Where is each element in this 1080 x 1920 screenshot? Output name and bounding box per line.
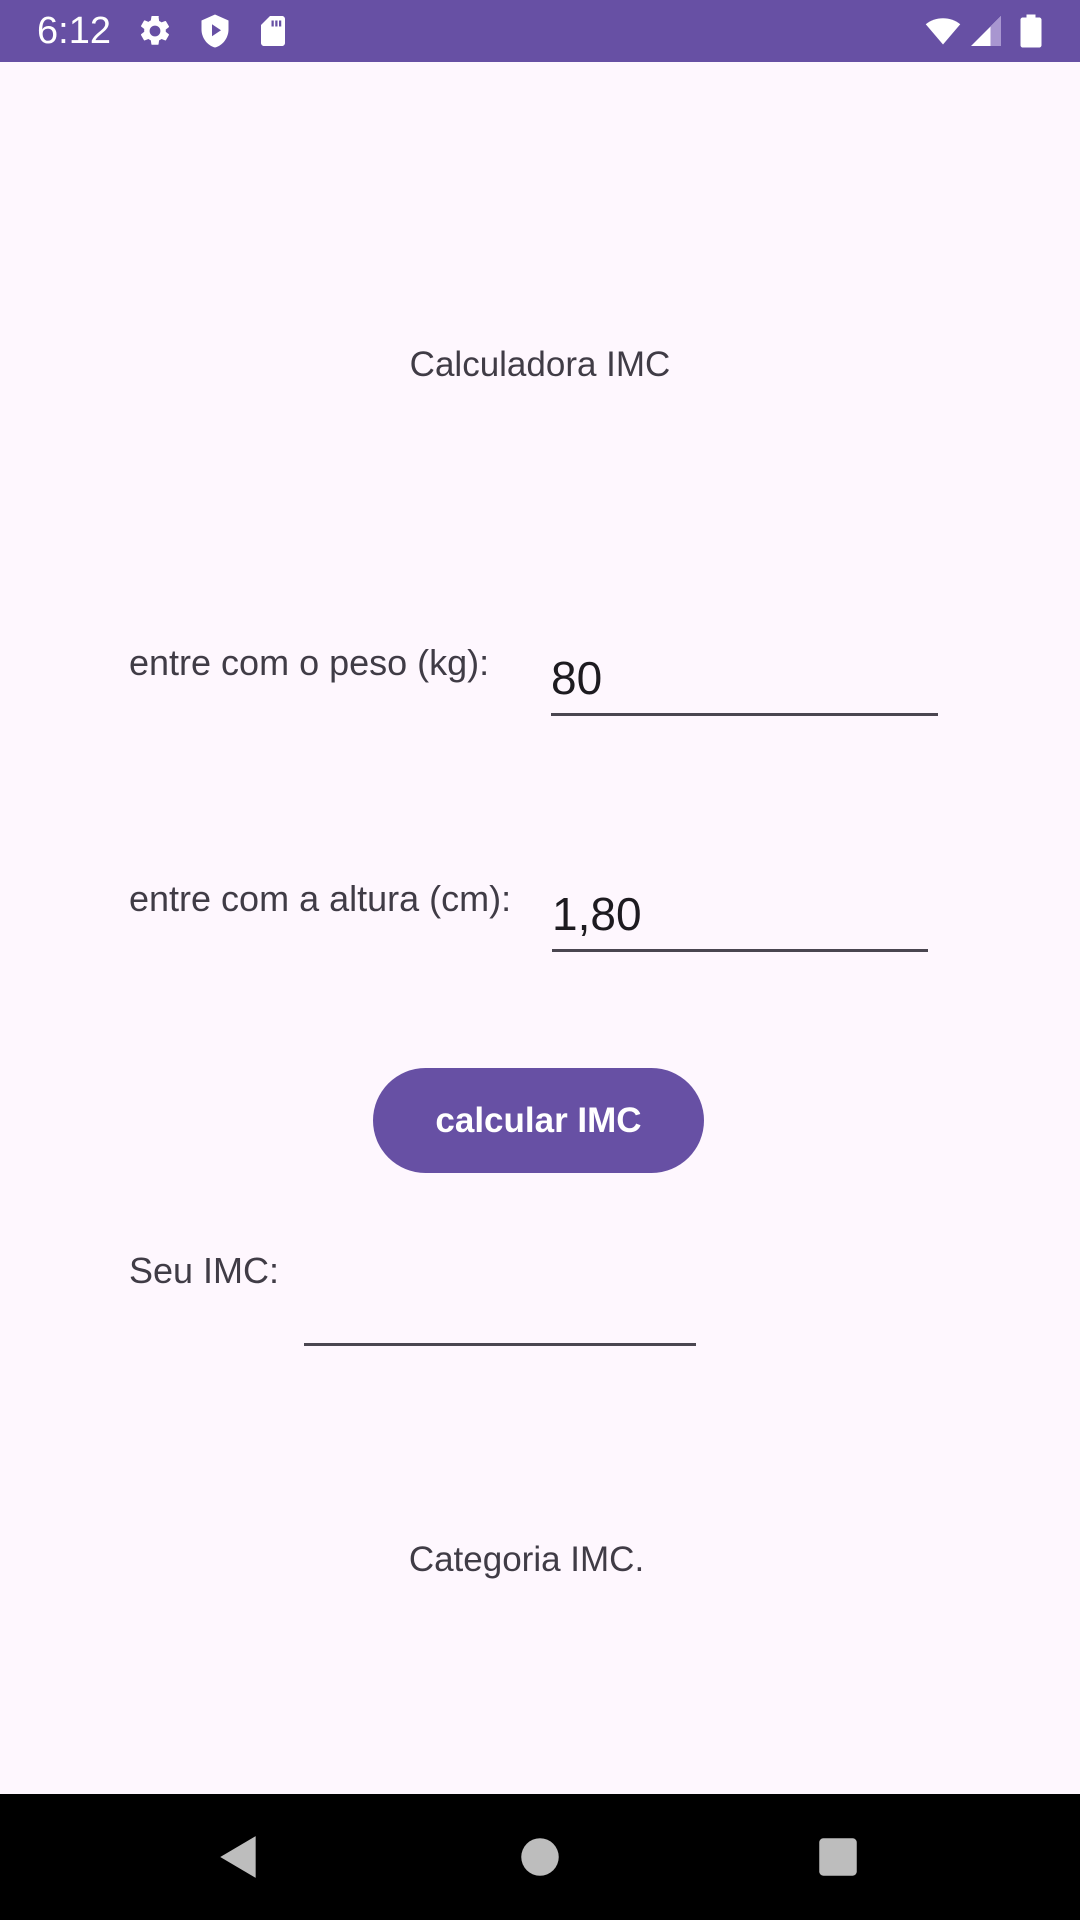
result-value-field (304, 1343, 696, 1346)
page-title: Calculadora IMC (409, 345, 671, 384)
weight-field[interactable] (551, 646, 938, 716)
back-icon[interactable] (214, 1832, 264, 1882)
navigation-bar (0, 1794, 1080, 1920)
sd-card-icon (255, 13, 291, 49)
weight-input[interactable] (551, 651, 938, 705)
category-text: Categoria IMC. (408, 1540, 645, 1579)
gear-icon (137, 13, 173, 49)
calculate-imc-button[interactable]: calcular IMC (373, 1068, 704, 1173)
home-icon[interactable] (515, 1832, 565, 1882)
status-bar: 6:12 (0, 0, 1080, 62)
height-label: entre com a altura (cm): (129, 878, 512, 919)
shield-play-icon (197, 13, 233, 49)
weight-label: entre com o peso (kg): (129, 642, 490, 683)
status-time: 6:12 (37, 10, 111, 52)
wifi-icon (922, 13, 964, 49)
height-field[interactable] (552, 882, 928, 952)
height-input[interactable] (552, 887, 928, 941)
result-label: Seu IMC: (129, 1250, 280, 1291)
signal-icon (968, 13, 1004, 49)
battery-icon (1015, 13, 1047, 49)
recents-icon[interactable] (813, 1832, 863, 1882)
